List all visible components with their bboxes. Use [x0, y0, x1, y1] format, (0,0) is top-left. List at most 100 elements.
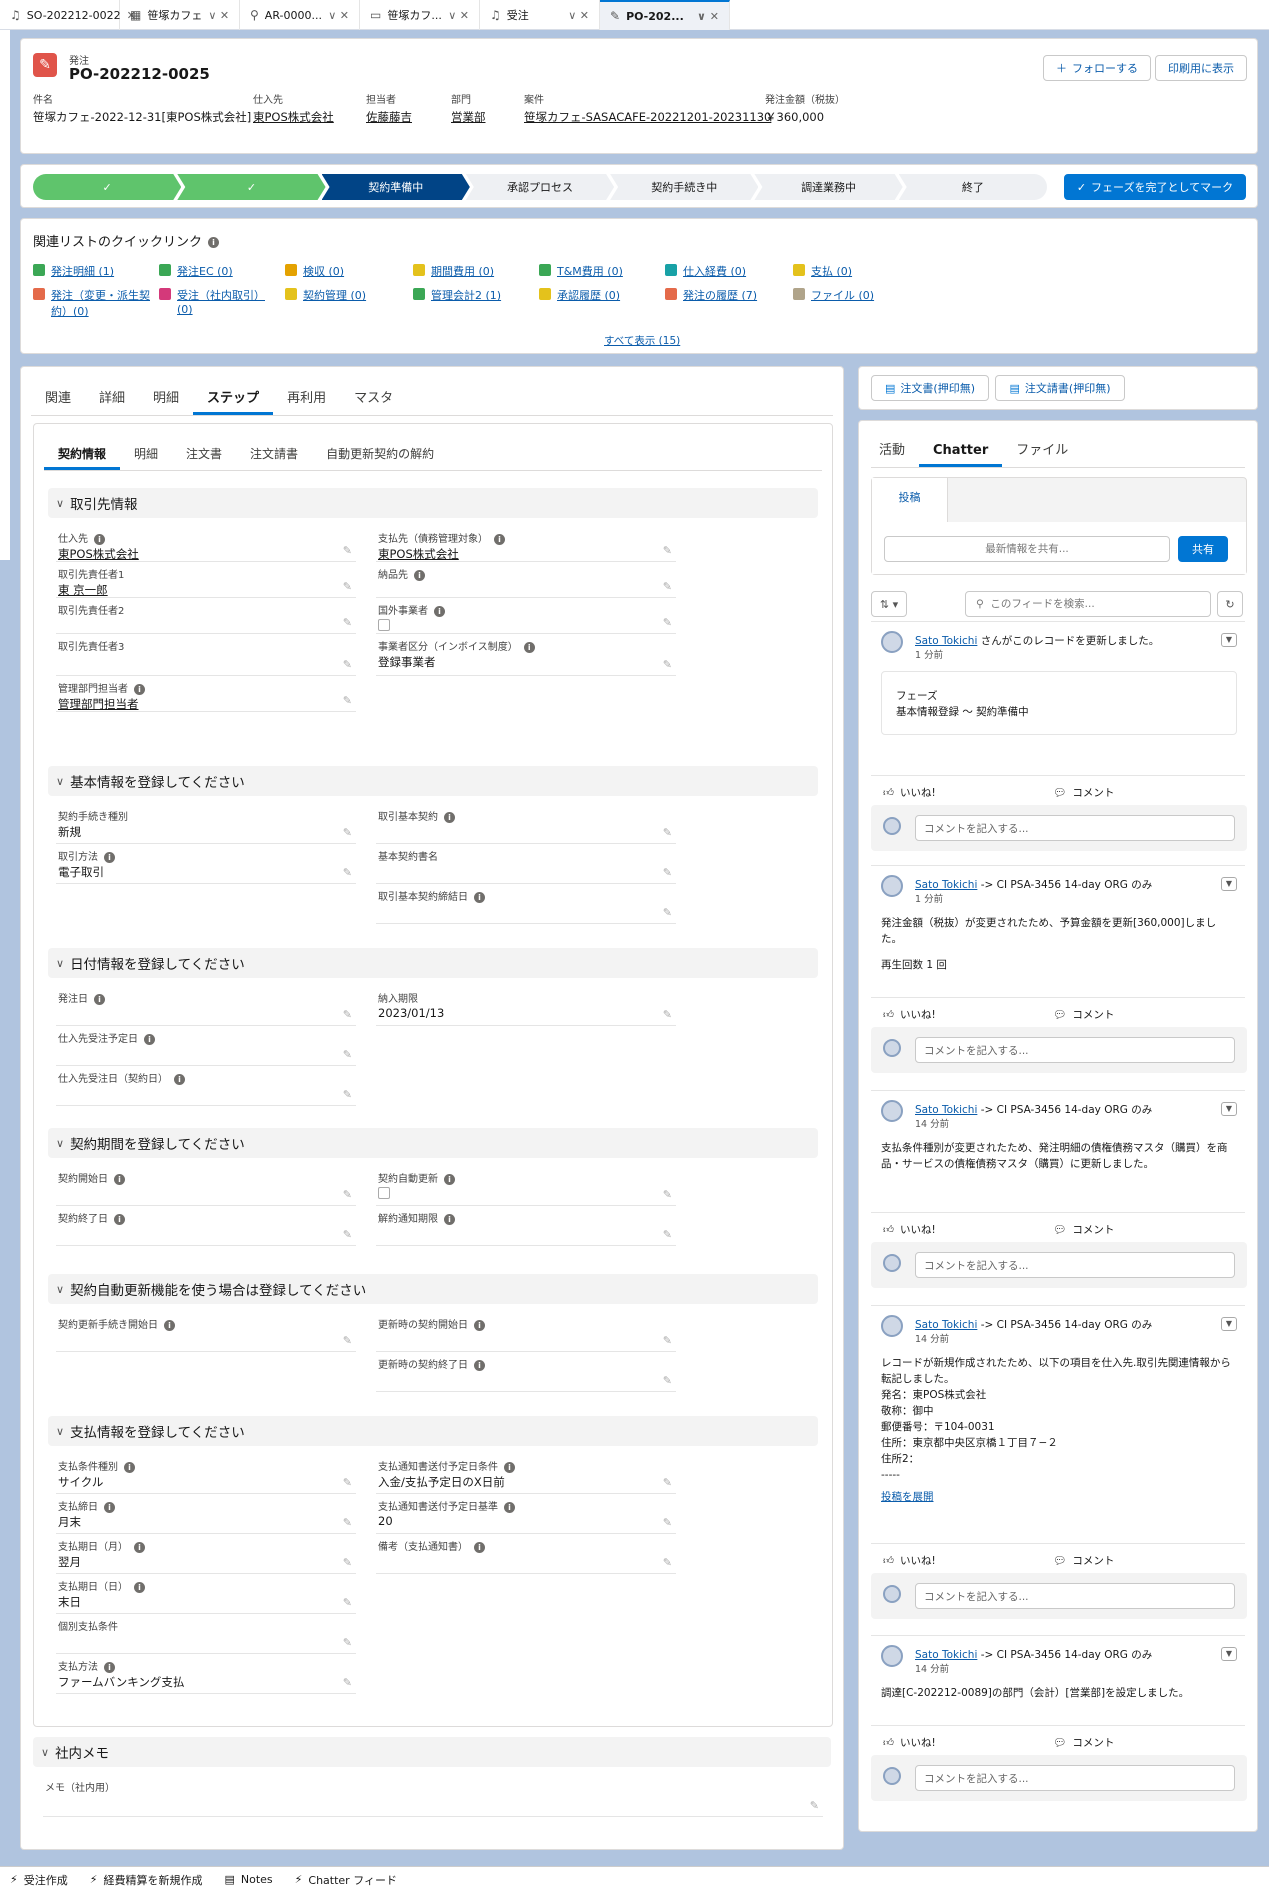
- edit-pencil-icon[interactable]: ✎: [343, 544, 352, 557]
- expand-post-link[interactable]: 投稿を展開: [881, 1489, 934, 1504]
- field-value[interactable]: 東POS株式会社: [378, 546, 459, 562]
- edit-pencil-icon[interactable]: ✎: [663, 1188, 672, 1201]
- quick-link-label[interactable]: 承認履歴 (0): [557, 287, 620, 303]
- utility-item[interactable]: ⚡ 受注作成: [10, 1872, 68, 1888]
- quick-link[interactable]: ファイル (0): [793, 287, 913, 303]
- edit-pencil-icon[interactable]: ✎: [663, 1008, 672, 1021]
- section-header[interactable]: ∨ 支払情報を登録してください: [48, 1416, 818, 1446]
- quick-link-label[interactable]: 支払 (0): [811, 263, 852, 279]
- edit-pencil-icon[interactable]: ✎: [663, 1228, 672, 1241]
- edit-pencil-icon[interactable]: ✎: [343, 1636, 352, 1649]
- post-menu-button[interactable]: ▼: [1221, 1102, 1237, 1116]
- edit-pencil-icon[interactable]: ✎: [663, 1556, 672, 1569]
- quick-link-label[interactable]: 管理会計2 (1): [431, 287, 501, 303]
- quick-link-label[interactable]: 発注明細 (1): [51, 263, 114, 279]
- post-menu-button[interactable]: ▼: [1221, 1647, 1237, 1661]
- share-button[interactable]: 共有: [1178, 536, 1228, 562]
- edit-pencil-icon[interactable]: ✎: [343, 1596, 352, 1609]
- field-value[interactable]: 東 京一郎: [58, 582, 108, 598]
- side-tab[interactable]: 活動: [865, 437, 919, 467]
- field-value[interactable]: 管理部門担当者: [58, 696, 139, 712]
- edit-pencil-icon[interactable]: ✎: [343, 826, 352, 839]
- path-step[interactable]: ✓: [33, 174, 181, 200]
- path-step[interactable]: ✓: [177, 174, 325, 200]
- edit-pencil-icon[interactable]: ✎: [663, 544, 672, 557]
- comment-input[interactable]: コメントを記入する...: [915, 1252, 1235, 1278]
- edit-pencil-icon[interactable]: ✎: [343, 1008, 352, 1021]
- post-author[interactable]: Sato Tokichi: [915, 635, 977, 647]
- edit-pencil-icon[interactable]: ✎: [663, 616, 672, 629]
- post-author[interactable]: Sato Tokichi: [915, 1104, 977, 1116]
- section-header[interactable]: ∨ 基本情報を登録してください: [48, 766, 818, 796]
- quick-link-label[interactable]: 期間費用 (0): [431, 263, 494, 279]
- sub-tab[interactable]: 明細: [120, 440, 172, 470]
- main-tab[interactable]: 明細: [139, 385, 193, 415]
- main-tab[interactable]: 関連: [31, 385, 85, 415]
- follow-button[interactable]: ＋ フォローする: [1043, 55, 1151, 81]
- window-tab[interactable]: ✎ PO-202... ∨ ✕: [600, 0, 730, 30]
- post-menu-button[interactable]: ▼: [1221, 633, 1237, 647]
- side-tab[interactable]: Chatter: [919, 437, 1003, 467]
- edit-pencil-icon[interactable]: ✎: [663, 1374, 672, 1387]
- quick-link[interactable]: 管理会計2 (1): [413, 287, 533, 303]
- like-button[interactable]: 👍︎ いいね!: [883, 1735, 936, 1750]
- field-value[interactable]: 東POS株式会社: [58, 546, 139, 562]
- edit-pencil-icon[interactable]: ✎: [343, 580, 352, 593]
- quick-link-label[interactable]: T&M費用 (0): [557, 263, 623, 279]
- path-step[interactable]: 承認プロセス: [466, 174, 614, 200]
- edit-pencil-icon[interactable]: ✎: [343, 1516, 352, 1529]
- edit-pencil-icon[interactable]: ✎: [663, 1516, 672, 1529]
- window-tab[interactable]: ♫ SO-202212-0022 ✕: [0, 0, 136, 30]
- main-tab[interactable]: ステップ: [193, 385, 274, 415]
- edit-pencil-icon[interactable]: ✎: [343, 616, 352, 629]
- quick-link[interactable]: 期間費用 (0): [413, 263, 533, 279]
- avatar[interactable]: [881, 1645, 903, 1667]
- checkbox[interactable]: [378, 1187, 390, 1199]
- edit-pencil-icon[interactable]: ✎: [343, 1048, 352, 1061]
- quick-link-label[interactable]: 発注の履歴 (7): [683, 287, 757, 303]
- post-author[interactable]: Sato Tokichi: [915, 1319, 977, 1331]
- quick-link[interactable]: 発注明細 (1): [33, 263, 153, 279]
- sub-tab[interactable]: 契約情報: [44, 440, 121, 470]
- quick-link-label[interactable]: ファイル (0): [811, 287, 874, 303]
- edit-pencil-icon[interactable]: ✎: [663, 826, 672, 839]
- edit-pencil-icon[interactable]: ✎: [663, 866, 672, 879]
- edit-pencil-icon[interactable]: ✎: [343, 1088, 352, 1101]
- path-step[interactable]: 契約準備中: [322, 174, 470, 200]
- like-button[interactable]: 👍︎ いいね!: [883, 1007, 936, 1022]
- window-tab[interactable]: ♫ 受注 ∨ ✕: [480, 0, 600, 30]
- quick-link-label[interactable]: 受注（社内取引）(0): [177, 287, 279, 316]
- utility-item[interactable]: ⚡ Chatter フィード: [295, 1872, 397, 1888]
- post-author[interactable]: Sato Tokichi: [915, 879, 977, 891]
- tab-controls[interactable]: ∨ ✕: [448, 9, 469, 22]
- quick-link-label[interactable]: 発注EC (0): [177, 263, 233, 279]
- comment-button[interactable]: 💬︎ コメント: [1053, 785, 1114, 800]
- quick-link-label[interactable]: 検収 (0): [303, 263, 344, 279]
- post-author[interactable]: Sato Tokichi: [915, 1649, 977, 1661]
- edit-pencil-icon[interactable]: ✎: [343, 694, 352, 707]
- comment-button[interactable]: 💬︎ コメント: [1053, 1007, 1114, 1022]
- edit-pencil-icon[interactable]: ✎: [343, 1556, 352, 1569]
- tab-controls[interactable]: ∨ ✕: [208, 9, 229, 22]
- comment-button[interactable]: 💬︎ コメント: [1053, 1222, 1114, 1237]
- sub-tab[interactable]: 注文請書: [236, 440, 312, 470]
- avatar[interactable]: [881, 875, 903, 897]
- quick-link-label[interactable]: 発注（変更・派生契約）(0): [51, 287, 153, 319]
- quick-link[interactable]: 発注の履歴 (7): [665, 287, 785, 303]
- edit-pencil-icon[interactable]: ✎: [343, 866, 352, 879]
- feed-search-input[interactable]: ⚲ このフィードを検索...: [965, 591, 1211, 617]
- sub-tab[interactable]: 注文書: [172, 440, 236, 470]
- window-tab[interactable]: ⚲ AR-0000... ∨ ✕: [240, 0, 360, 30]
- comment-input[interactable]: コメントを記入する...: [915, 1765, 1235, 1791]
- quick-link-label[interactable]: 契約管理 (0): [303, 287, 366, 303]
- quick-link[interactable]: 受注（社内取引）(0): [159, 287, 279, 316]
- utility-item[interactable]: ▤ Notes: [224, 1873, 272, 1886]
- comment-button[interactable]: 💬︎ コメント: [1053, 1553, 1114, 1568]
- section-header[interactable]: ∨ 取引先情報: [48, 488, 818, 518]
- edit-pencil-icon[interactable]: ✎: [343, 1676, 352, 1689]
- like-button[interactable]: 👍︎ いいね!: [883, 1222, 936, 1237]
- avatar[interactable]: [881, 631, 903, 653]
- tab-controls[interactable]: ∨ ✕: [697, 10, 719, 23]
- tab-controls[interactable]: ∨ ✕: [568, 9, 589, 22]
- edit-pencil-icon[interactable]: ✎: [343, 658, 352, 671]
